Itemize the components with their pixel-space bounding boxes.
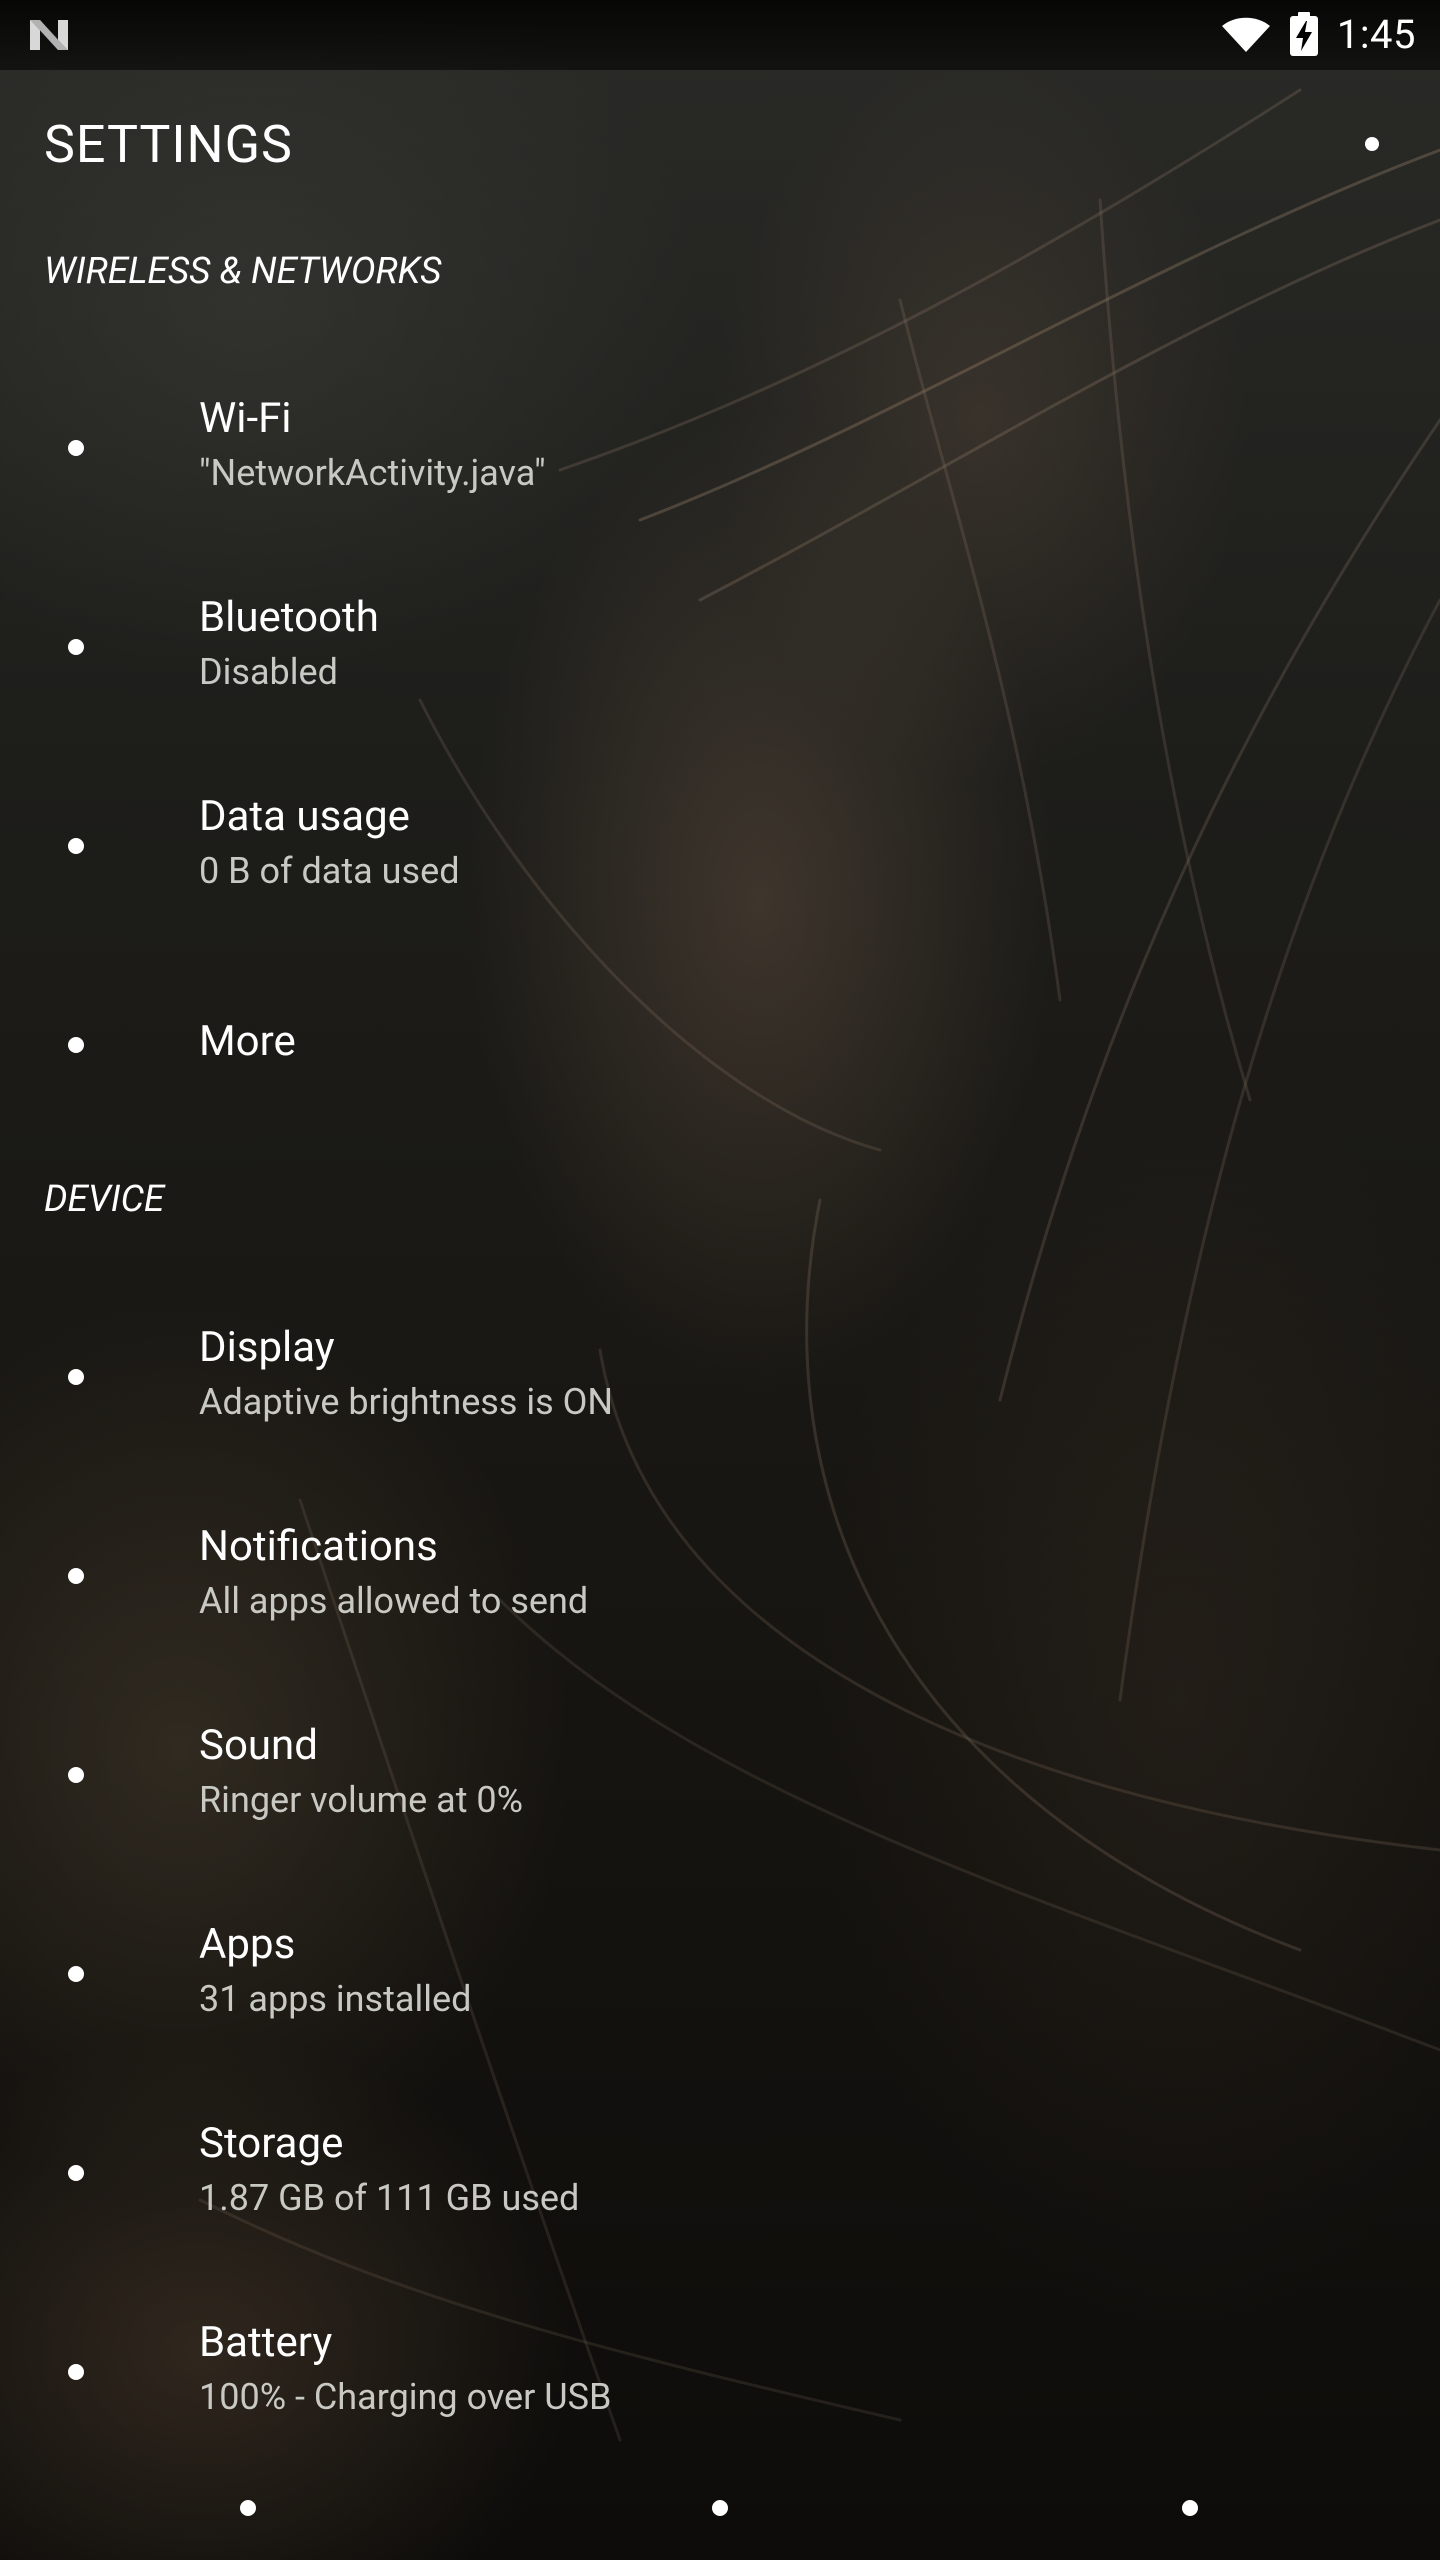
- wifi-icon: [1221, 17, 1270, 52]
- item-summary: Adaptive brightness is ON: [199, 1381, 614, 1423]
- section-header-wireless: WIRELESS & NETWORKS: [44, 250, 442, 293]
- item-summary: 0 B of data used: [199, 850, 460, 892]
- settings-item-apps[interactable]: Apps 31 apps installed: [0, 1874, 1440, 2072]
- storage-icon: [68, 2165, 84, 2181]
- recents-dot: [1182, 2500, 1198, 2516]
- home-dot: [712, 2500, 728, 2516]
- settings-screen: 1:45 SETTINGS WIRELESS & NETWORKS Wi-Fi …: [0, 0, 1440, 2560]
- apps-icon: [68, 1966, 84, 1982]
- item-title: Notifications: [199, 1522, 438, 1571]
- item-title: Storage: [199, 2119, 344, 2168]
- item-summary: 100% - Charging over USB: [199, 2376, 612, 2418]
- battery-icon: [68, 2364, 84, 2380]
- more-icon: [68, 1037, 84, 1053]
- notifications-icon: [68, 1568, 84, 1584]
- item-title: More: [199, 1017, 296, 1066]
- item-title: Sound: [199, 1721, 318, 1770]
- status-bar: 1:45: [0, 0, 1440, 70]
- more-vert-icon[interactable]: [1348, 120, 1396, 168]
- n-logo-icon: [30, 20, 68, 50]
- toolbar: SETTINGS: [0, 70, 1440, 220]
- settings-item-notifications[interactable]: Notifications All apps allowed to send: [0, 1476, 1440, 1674]
- status-icons: 1:45: [1221, 6, 1416, 62]
- settings-item-data-usage[interactable]: Data usage 0 B of data used: [0, 746, 1440, 944]
- item-summary: Ringer volume at 0%: [199, 1779, 524, 1821]
- sound-icon: [68, 1767, 84, 1783]
- settings-item-wifi[interactable]: Wi-Fi "NetworkActivity.java": [0, 348, 1440, 546]
- settings-item-bluetooth[interactable]: Bluetooth Disabled: [0, 547, 1440, 745]
- item-summary: All apps allowed to send: [199, 1580, 589, 1622]
- back-icon[interactable]: [218, 2488, 278, 2528]
- item-title: Wi-Fi: [199, 394, 292, 443]
- bluetooth-icon: [68, 639, 84, 655]
- item-summary: 1.87 GB of 111 GB used: [199, 2177, 580, 2219]
- settings-item-storage[interactable]: Storage 1.87 GB of 111 GB used: [0, 2073, 1440, 2271]
- wifi-icon: [68, 440, 84, 456]
- item-title: Data usage: [199, 792, 410, 841]
- page-title: SETTINGS: [44, 114, 293, 175]
- overflow-dot: [1365, 137, 1379, 151]
- status-time: 1:45: [1336, 10, 1416, 58]
- item-title: Apps: [199, 1920, 296, 1969]
- recents-icon[interactable]: [1160, 2488, 1220, 2528]
- item-summary: "NetworkActivity.java": [199, 452, 546, 494]
- item-title: Battery: [199, 2318, 333, 2367]
- home-icon[interactable]: [690, 2488, 750, 2528]
- item-summary: 31 apps installed: [199, 1978, 472, 2020]
- settings-item-more[interactable]: More: [0, 945, 1440, 1143]
- item-title: Bluetooth: [199, 593, 379, 642]
- back-dot: [240, 2500, 256, 2516]
- settings-item-sound[interactable]: Sound Ringer volume at 0%: [0, 1675, 1440, 1873]
- data-usage-icon: [68, 838, 84, 854]
- item-title: Display: [199, 1323, 335, 1372]
- section-header-device: DEVICE: [44, 1178, 165, 1221]
- settings-item-display[interactable]: Display Adaptive brightness is ON: [0, 1277, 1440, 1475]
- navigation-bar: [0, 2440, 1440, 2560]
- battery-charging-icon: [1289, 12, 1318, 56]
- display-icon: [68, 1369, 84, 1385]
- item-summary: Disabled: [199, 651, 338, 693]
